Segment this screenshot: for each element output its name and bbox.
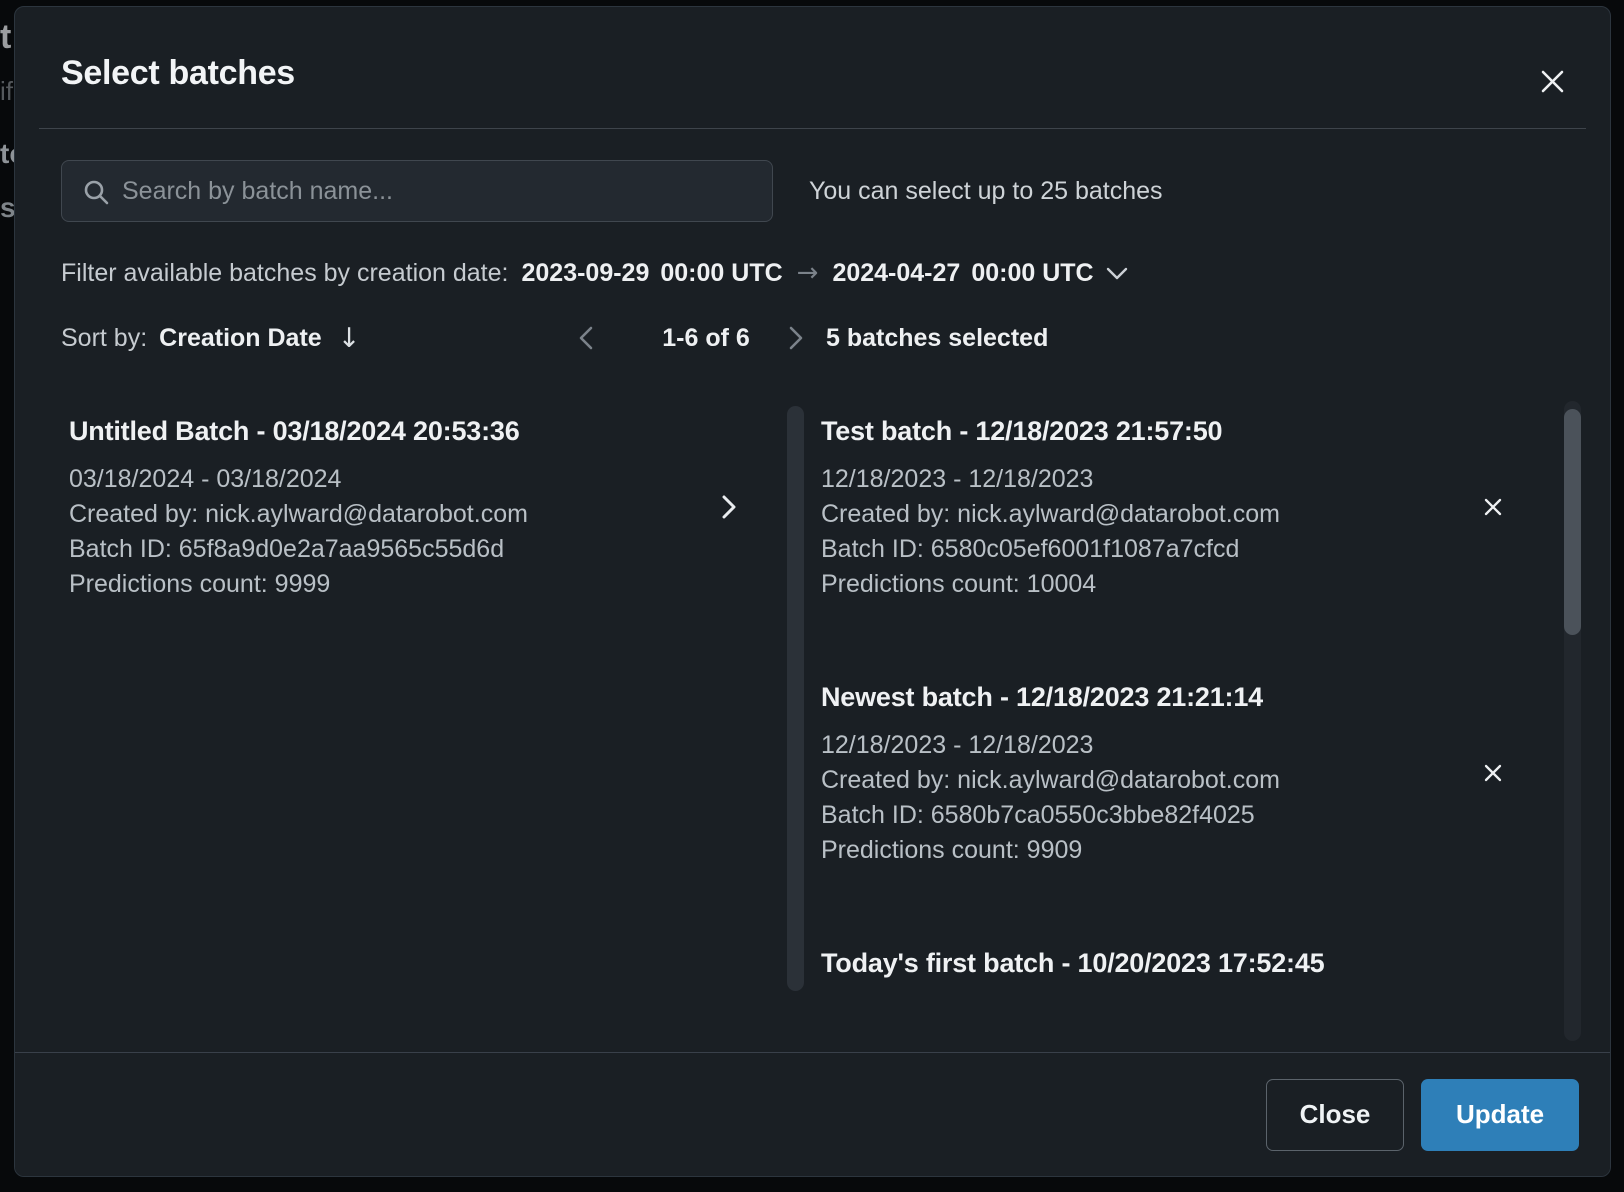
batch-date-range: 03/18/2024 - 03/18/2024 <box>69 462 709 497</box>
pagination-range: 1-6 of 6 <box>621 321 791 355</box>
sort-by-label: Sort by: <box>61 324 147 353</box>
selected-batch-item[interactable]: Today's first batch - 10/20/2023 17:52:4… <box>821 944 1513 994</box>
header-divider <box>39 128 1586 129</box>
date-filter-label: Filter available batches by creation dat… <box>61 259 508 288</box>
right-list-scrollbar[interactable] <box>1564 401 1581 1041</box>
sort-pagination-row: Sort by: Creation Date ↓ 1-6 of 6 5 batc… <box>61 321 1564 355</box>
close-button[interactable]: Close <box>1266 1079 1404 1151</box>
batch-created-by: Created by: nick.aylward@datarobot.com <box>69 497 709 532</box>
close-icon <box>1541 70 1564 93</box>
filter-end-date[interactable]: 2024-04-27 <box>832 259 960 288</box>
batch-id: Batch ID: 6580b7ca0550c3bbe82f4025 <box>821 798 1473 833</box>
batch-details: Test batch - 12/18/2023 21:57:50 12/18/2… <box>821 412 1473 602</box>
dialog-title: Select batches <box>61 51 1564 95</box>
remove-batch-button[interactable] <box>1473 498 1513 516</box>
dialog-footer: Close Update <box>15 1052 1610 1176</box>
dialog-header: Select batches <box>15 7 1610 95</box>
backdrop-text-fragment: t <box>0 18 11 57</box>
dialog-close-button[interactable] <box>1536 65 1568 97</box>
batch-title: Today's first batch - 10/20/2023 17:52:4… <box>821 944 1513 982</box>
pagination-prev-button[interactable] <box>569 323 603 353</box>
search-box <box>61 160 773 222</box>
filter-end-time[interactable]: 00:00 UTC <box>971 259 1093 288</box>
batch-title: Test batch - 12/18/2023 21:57:50 <box>821 412 1473 450</box>
available-batch-item[interactable]: Untitled Batch - 03/18/2024 20:53:36 03/… <box>69 412 749 602</box>
selected-count-label: 5 batches selected <box>826 321 1048 355</box>
batch-id: Batch ID: 6580c05ef6001f1087a7cfcd <box>821 532 1473 567</box>
selection-limit-hint: You can select up to 25 batches <box>809 177 1163 206</box>
backdrop-text-fragment: if <box>0 76 13 107</box>
batch-created-by: Created by: nick.aylward@datarobot.com <box>821 497 1473 532</box>
batch-predictions-count: Predictions count: 9909 <box>821 833 1473 868</box>
select-batches-dialog: Select batches You can select up to 25 b… <box>14 6 1611 1177</box>
update-button[interactable]: Update <box>1421 1079 1579 1151</box>
date-filter-row[interactable]: Filter available batches by creation dat… <box>61 257 1564 289</box>
add-batch-button[interactable] <box>709 494 749 520</box>
filter-start-date[interactable]: 2023-09-29 <box>521 259 649 288</box>
batch-lists: Untitled Batch - 03/18/2024 20:53:36 03/… <box>15 394 1610 1010</box>
batch-date-range: 12/18/2023 - 12/18/2023 <box>821 728 1473 763</box>
batch-title: Untitled Batch - 03/18/2024 20:53:36 <box>69 412 709 450</box>
selected-batch-item[interactable]: Test batch - 12/18/2023 21:57:50 12/18/2… <box>821 412 1513 602</box>
search-icon <box>83 179 110 206</box>
batch-predictions-count: Predictions count: 10004 <box>821 567 1473 602</box>
batch-details: Untitled Batch - 03/18/2024 20:53:36 03/… <box>69 412 709 602</box>
selected-batches-list: Test batch - 12/18/2023 21:57:50 12/18/2… <box>821 412 1513 1010</box>
batch-details: Today's first batch - 10/20/2023 17:52:4… <box>821 944 1513 994</box>
chevron-down-icon[interactable] <box>1106 267 1128 280</box>
selected-batch-item[interactable]: Newest batch - 12/18/2023 21:21:14 12/18… <box>821 678 1513 868</box>
search-input[interactable] <box>62 161 772 221</box>
left-list-scrollbar[interactable] <box>787 406 804 991</box>
chevron-left-icon <box>579 326 593 350</box>
chevron-right-icon <box>721 494 737 520</box>
search-row: You can select up to 25 batches <box>61 160 1564 222</box>
available-batches-list: Untitled Batch - 03/18/2024 20:53:36 03/… <box>69 412 749 678</box>
pagination-next-button[interactable] <box>779 323 813 353</box>
chevron-right-icon <box>789 326 803 350</box>
batch-created-by: Created by: nick.aylward@datarobot.com <box>821 763 1473 798</box>
batch-predictions-count: Predictions count: 9999 <box>69 567 709 602</box>
arrow-right-icon: → <box>797 258 819 288</box>
filter-start-time[interactable]: 00:00 UTC <box>660 259 782 288</box>
batch-id: Batch ID: 65f8a9d0e2a7aa9565c55d6d <box>69 532 709 567</box>
scrollbar-thumb[interactable] <box>1564 409 1581 635</box>
batch-details: Newest batch - 12/18/2023 21:21:14 12/18… <box>821 678 1473 868</box>
sort-value[interactable]: Creation Date <box>159 324 322 353</box>
batch-title: Newest batch - 12/18/2023 21:21:14 <box>821 678 1473 716</box>
close-icon <box>1484 498 1502 516</box>
sort-direction-icon[interactable]: ↓ <box>338 323 361 354</box>
remove-batch-button[interactable] <box>1473 764 1513 782</box>
batch-date-range: 12/18/2023 - 12/18/2023 <box>821 462 1473 497</box>
close-icon <box>1484 764 1502 782</box>
